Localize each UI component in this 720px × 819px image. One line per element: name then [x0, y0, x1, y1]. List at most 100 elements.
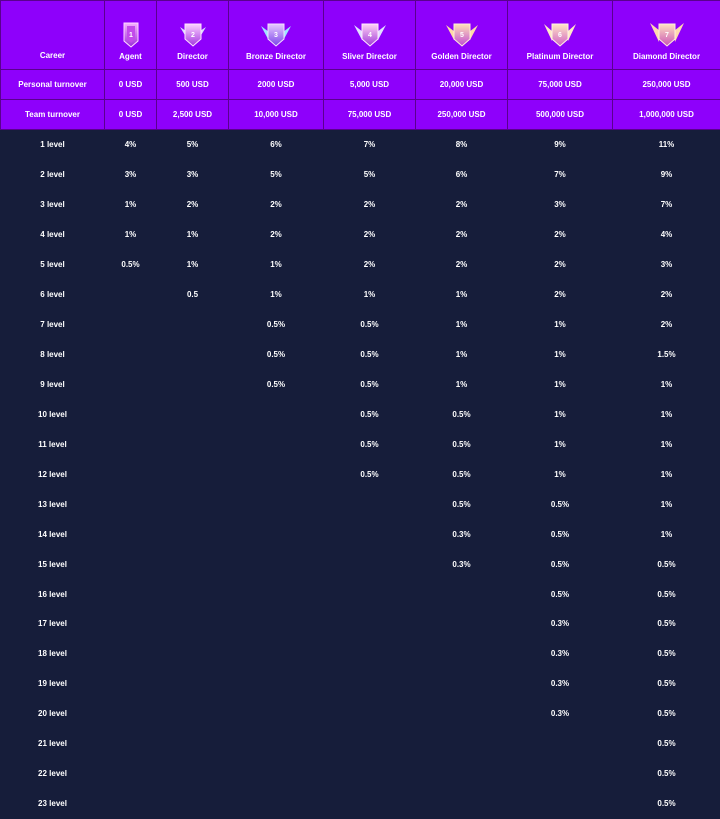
table-cell — [157, 489, 229, 519]
level-label: 8 level — [1, 340, 105, 370]
table-cell: 2% — [229, 190, 324, 220]
table-cell — [229, 639, 324, 669]
table-cell: 0.5% — [416, 429, 508, 459]
table-cell — [324, 789, 416, 819]
table-cell: 9% — [613, 160, 720, 190]
rank-5-badge-icon: 5 — [445, 21, 479, 49]
table-cell: 20,000 USD — [416, 70, 508, 100]
level-label: 3 level — [1, 190, 105, 220]
table-row: 8 level0.5%0.5%1%1%1.5% — [1, 340, 720, 370]
rank-header-sliver-director: 4 Sliver Director — [324, 1, 416, 70]
table-cell: 7% — [324, 130, 416, 160]
table-cell: 0.5% — [229, 310, 324, 340]
career-label: Career — [1, 1, 105, 70]
table-cell: 8% — [416, 130, 508, 160]
table-cell — [324, 699, 416, 729]
level-label: 12 level — [1, 459, 105, 489]
table-cell: 1% — [416, 340, 508, 370]
level-label: 9 level — [1, 370, 105, 400]
level-label: 23 level — [1, 789, 105, 819]
table-cell — [229, 789, 324, 819]
level-label: 11 level — [1, 429, 105, 459]
table-row: 15 level0.3%0.5%0.5% — [1, 549, 720, 579]
table-cell: 250,000 USD — [613, 70, 720, 100]
table-cell — [324, 489, 416, 519]
table-cell: 5% — [324, 160, 416, 190]
table-cell — [324, 759, 416, 789]
table-cell: 5% — [157, 130, 229, 160]
table-cell: 10,000 USD — [229, 100, 324, 130]
table-cell: 2% — [229, 220, 324, 250]
table-row: 20 level0.3%0.5% — [1, 699, 720, 729]
rank-name: Sliver Director — [342, 52, 397, 61]
table-cell — [416, 669, 508, 699]
table-cell — [105, 759, 157, 789]
rank-name: Platinum Director — [527, 52, 594, 61]
rank-7-badge-icon: 7 — [650, 21, 684, 49]
table-cell: 0.5% — [613, 579, 720, 609]
table-cell — [324, 729, 416, 759]
table-cell: 3% — [105, 160, 157, 190]
table-cell: 6% — [416, 160, 508, 190]
table-cell: 0.3% — [508, 669, 613, 699]
table-cell — [105, 280, 157, 310]
level-label: 22 level — [1, 759, 105, 789]
table-cell: 0.5% — [324, 429, 416, 459]
table-cell — [229, 759, 324, 789]
table-cell: 1% — [613, 370, 720, 400]
level-label: 20 level — [1, 699, 105, 729]
table-cell: 0.3% — [508, 609, 613, 639]
table-cell: 1% — [613, 489, 720, 519]
level-label: 15 level — [1, 549, 105, 579]
level-label: 16 level — [1, 579, 105, 609]
level-label: 21 level — [1, 729, 105, 759]
table-cell: 5% — [229, 160, 324, 190]
level-label: 13 level — [1, 489, 105, 519]
table-cell: 1% — [508, 370, 613, 400]
table-cell: 1% — [105, 220, 157, 250]
rank-name: Director — [177, 52, 208, 61]
table-cell: 1% — [324, 280, 416, 310]
table-cell: 1% — [508, 399, 613, 429]
table-cell: 0.5% — [613, 729, 720, 759]
table-cell — [229, 429, 324, 459]
table-cell: 9% — [508, 130, 613, 160]
table-cell: 1.5% — [613, 340, 720, 370]
table-row: 12 level0.5%0.5%1%1% — [1, 459, 720, 489]
table-cell — [157, 549, 229, 579]
table-cell: 0.5% — [416, 459, 508, 489]
table-cell: 0.5% — [613, 669, 720, 699]
table-cell — [416, 789, 508, 819]
table-cell: 1,000,000 USD — [613, 100, 720, 130]
table-cell — [229, 699, 324, 729]
table-cell — [324, 609, 416, 639]
table-cell: 1% — [157, 250, 229, 280]
table-row: 4 level1%1%2%2%2%2%4% — [1, 220, 720, 250]
level-label: 19 level — [1, 669, 105, 699]
level-label: 2 level — [1, 160, 105, 190]
table-cell — [157, 609, 229, 639]
rank-4-badge-icon: 4 — [353, 21, 387, 49]
table-cell: 500,000 USD — [508, 100, 613, 130]
table-row: 17 level0.3%0.5% — [1, 609, 720, 639]
table-row: 16 level0.5%0.5% — [1, 579, 720, 609]
table-cell — [324, 669, 416, 699]
table-cell — [416, 609, 508, 639]
table-cell: 2% — [508, 280, 613, 310]
level-label: 7 level — [1, 310, 105, 340]
rank-name: Diamond Director — [633, 52, 700, 61]
table-cell — [324, 549, 416, 579]
table-cell: 3% — [157, 160, 229, 190]
table-cell: 2,500 USD — [157, 100, 229, 130]
table-cell: 250,000 USD — [416, 100, 508, 130]
team-turnover-row: Team turnover 0 USD 2,500 USD 10,000 USD… — [1, 100, 720, 130]
rank-header-diamond-director: 7 Diamond Director — [613, 1, 720, 70]
table-cell — [229, 609, 324, 639]
table-cell: 0.5% — [508, 489, 613, 519]
table-row: 11 level0.5%0.5%1%1% — [1, 429, 720, 459]
table-cell — [508, 789, 613, 819]
rank-level-number: 1 — [129, 32, 133, 39]
table-row: 2 level3%3%5%5%6%7%9% — [1, 160, 720, 190]
table-cell — [229, 729, 324, 759]
table-cell — [229, 459, 324, 489]
